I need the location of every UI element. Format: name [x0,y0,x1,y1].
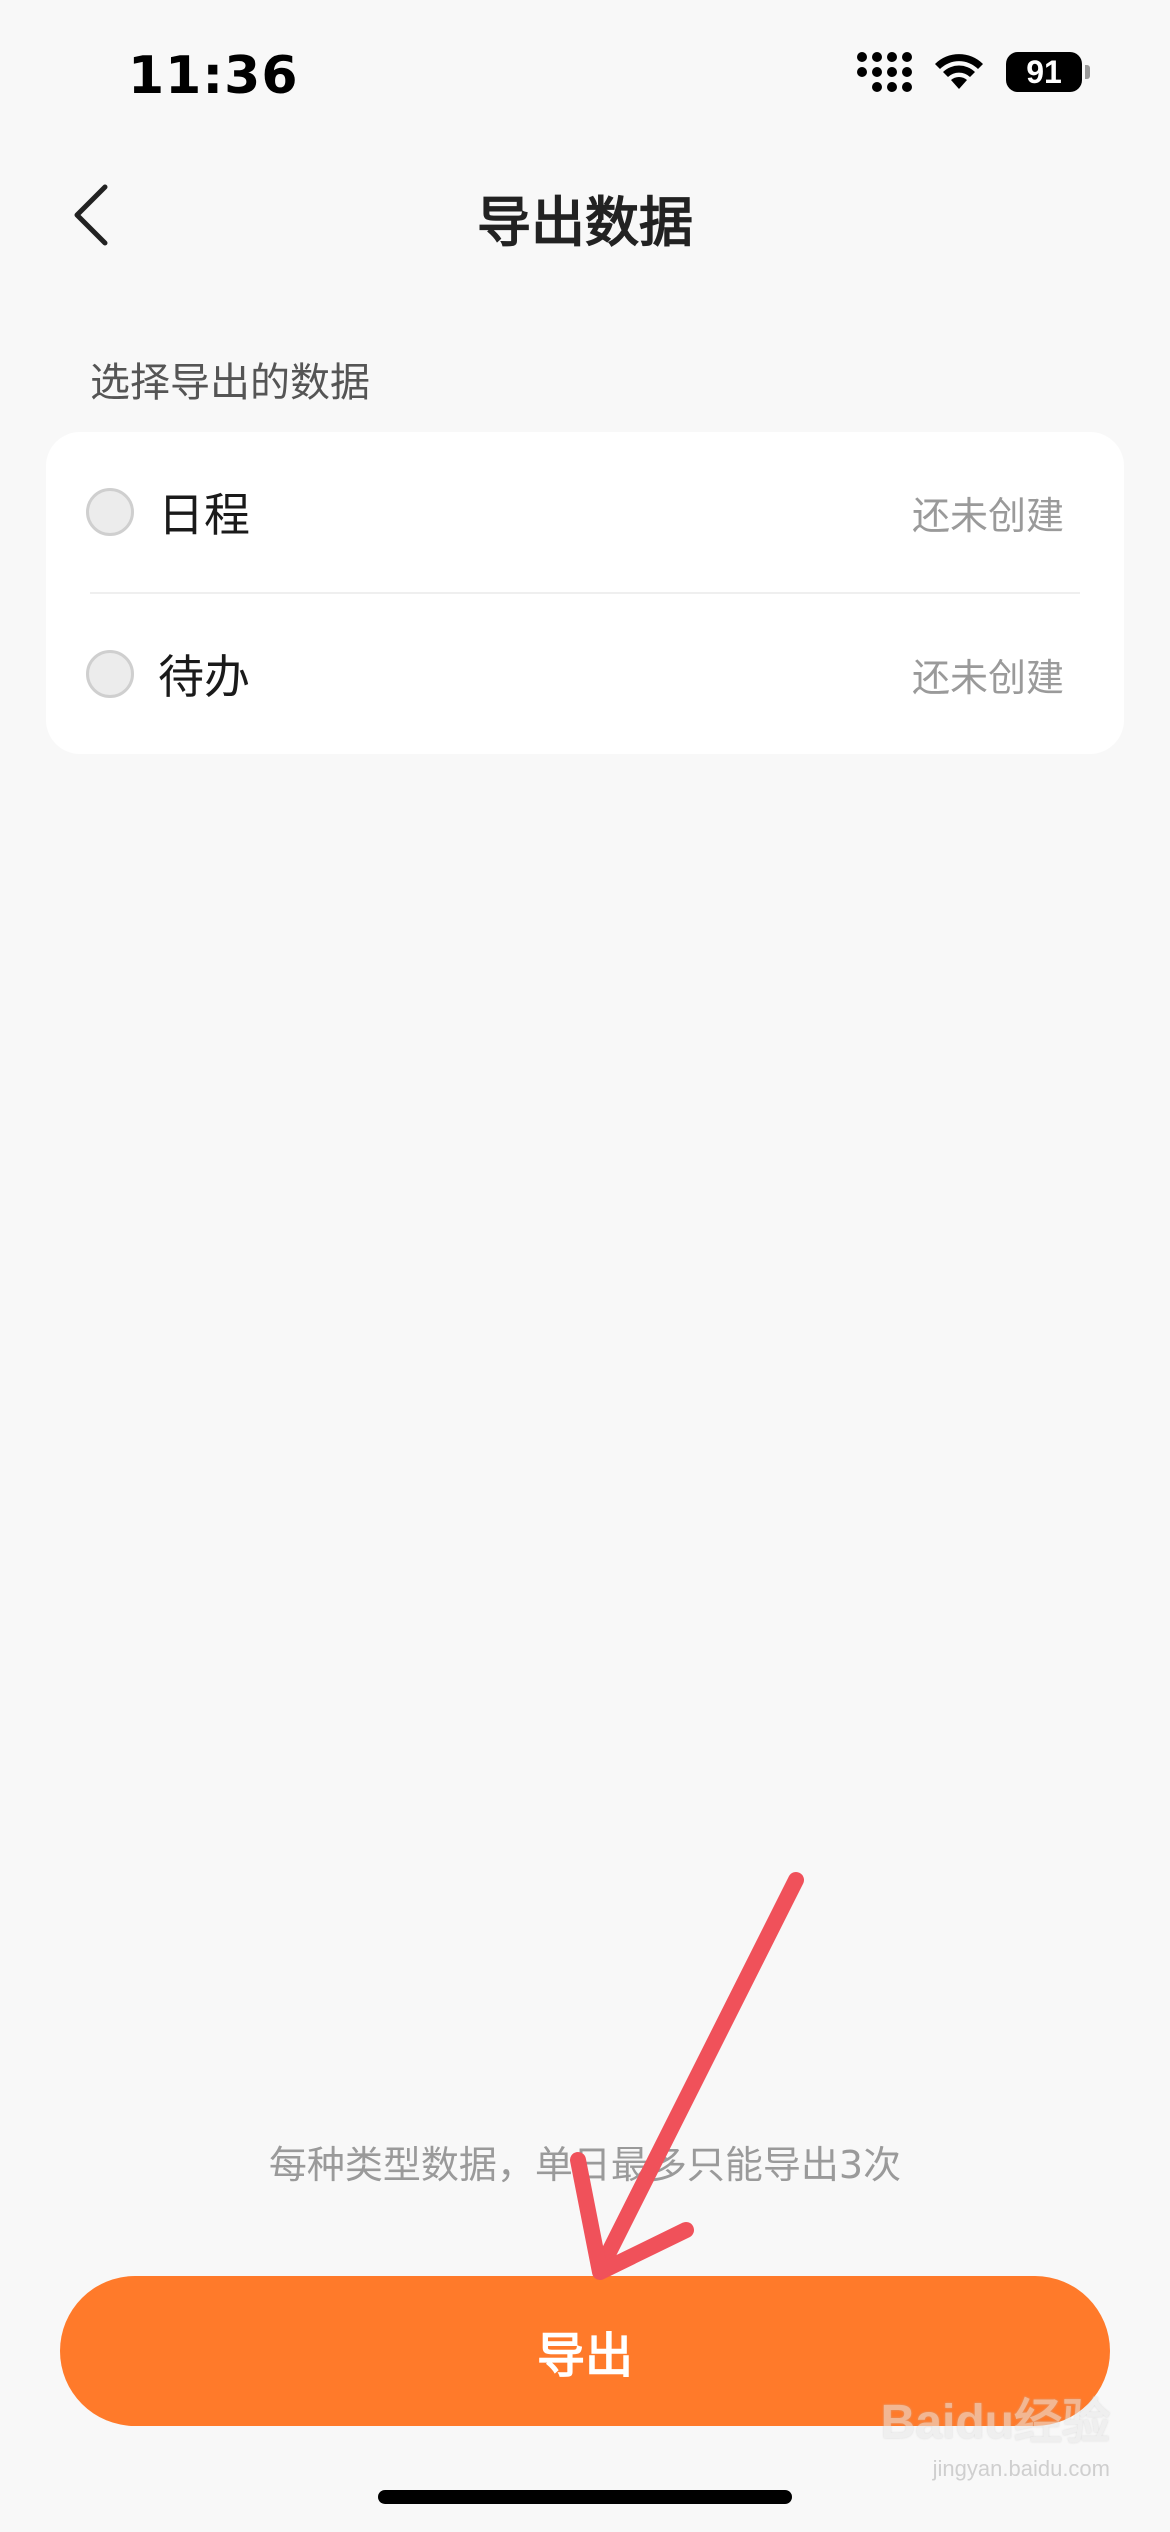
option-row-todo[interactable]: 待办 还未创建 [46,594,1124,754]
radio-button-todo[interactable] [86,650,134,698]
home-indicator[interactable] [378,2490,792,2504]
export-options-card: 日程 还未创建 待办 还未创建 [46,432,1124,754]
status-icons: 91 [857,52,1090,92]
watermark-brand: Baidu经验 [880,2396,1110,2449]
status-time: 11:36 [128,46,299,106]
battery-level: 91 [1006,52,1082,92]
option-row-schedule[interactable]: 日程 还未创建 [46,432,1124,592]
signal-icon [857,52,912,92]
option-status-schedule: 还未创建 [911,493,1064,538]
baidu-watermark: Baidu经验 [881,2382,1110,2452]
option-label-todo: 待办 [158,650,250,704]
battery-icon: 91 [1006,52,1090,92]
export-limit-notice: 每种类型数据，单日最多只能导出3次 [268,2143,902,2187]
option-label-schedule: 日程 [158,488,250,542]
page-title: 导出数据 [477,191,693,254]
wifi-icon [935,54,983,89]
section-label: 选择导出的数据 [90,360,370,406]
option-status-todo: 还未创建 [911,655,1064,700]
nav-bar: 导出数据 [0,160,1170,270]
watermark-url: jingyan.baidu.com [932,2456,1110,2481]
annotation-arrow-icon [570,1872,804,2280]
radio-button-schedule[interactable] [86,488,134,536]
status-bar: 11:36 91 [0,0,1170,150]
